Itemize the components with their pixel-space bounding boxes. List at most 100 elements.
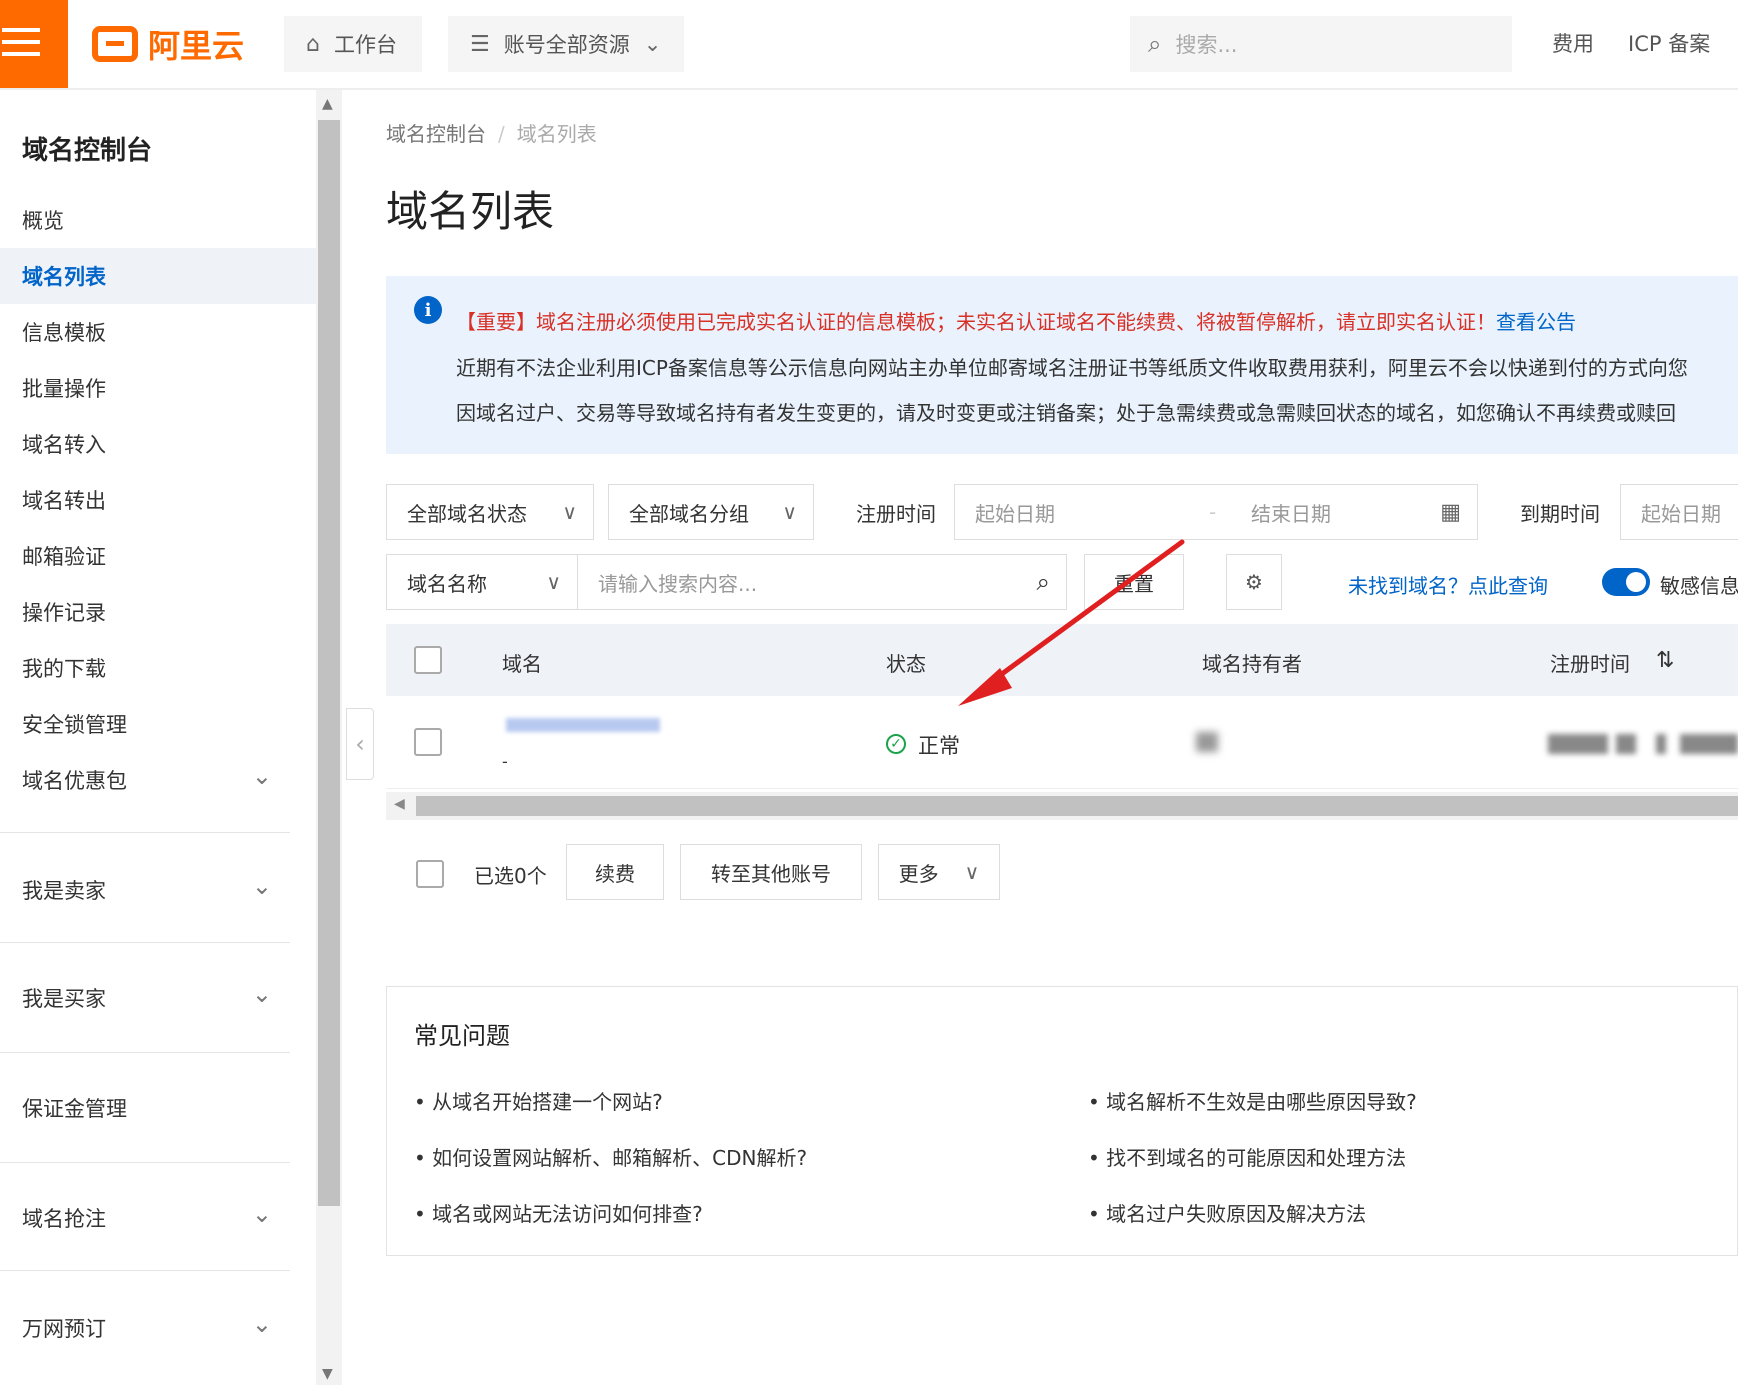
status-filter-value: 全部域名状态	[407, 501, 527, 526]
scroll-left-icon[interactable]: ◀	[394, 796, 405, 812]
sensitive-info-toggle[interactable]	[1602, 568, 1650, 596]
sidebar-item-preorder[interactable]: 万网预订 ⌄	[0, 1300, 316, 1356]
sidebar-item-security-lock[interactable]: 安全锁管理	[0, 696, 316, 752]
renew-button[interactable]: 续费	[566, 844, 664, 900]
chevron-down-icon: ∨	[964, 860, 980, 884]
faq-link[interactable]: • 从域名开始搭建一个网站?	[414, 1086, 663, 1115]
sidebar-item-label: 域名转出	[22, 489, 106, 513]
view-announcement-link[interactable]: 查看公告	[1496, 310, 1576, 334]
select-all-checkbox[interactable]	[414, 646, 442, 674]
column-header-status[interactable]: 状态	[886, 648, 926, 677]
faq-link[interactable]: • 域名过户失败原因及解决方法	[1088, 1198, 1366, 1227]
sidebar-item-buyer[interactable]: 我是买家 ⌄	[0, 970, 316, 1026]
sidebar-item-info-template[interactable]: 信息模板	[0, 304, 316, 360]
table-row	[386, 698, 1738, 789]
aliyun-logo[interactable]: 阿里云	[92, 20, 244, 68]
sidebar-item-transfer-out[interactable]: 域名转出	[0, 472, 316, 528]
check-circle-icon: ✓	[886, 734, 906, 754]
transfer-label: 转至其他账号	[711, 861, 831, 886]
sidebar-item-label: 操作记录	[22, 601, 106, 625]
find-domain-link[interactable]: 未找到域名？点此查询	[1348, 570, 1548, 599]
gear-icon: ⚙	[1245, 570, 1263, 594]
faq-link[interactable]: • 域名解析不生效是由哪些原因导致?	[1088, 1086, 1417, 1115]
chevron-down-icon: ⌄	[251, 762, 272, 790]
status-text: 正常	[918, 734, 960, 758]
date-range-separator: -	[1209, 500, 1217, 524]
faq-link-text[interactable]: 域名解析不生效是由哪些原因导致?	[1106, 1090, 1417, 1114]
breadcrumb-item[interactable]: 域名控制台	[386, 122, 486, 146]
sidebar-item-batch[interactable]: 批量操作	[0, 360, 316, 416]
table-scroll-thumb[interactable]	[416, 796, 1738, 816]
sidebar-title: 域名控制台	[22, 136, 153, 166]
sidebar-item-label: 域名抢注	[22, 1207, 106, 1231]
group-filter-value: 全部域名分组	[629, 501, 749, 526]
bulk-select-checkbox[interactable]	[416, 860, 444, 888]
sidebar-item-transfer-in[interactable]: 域名转入	[0, 416, 316, 472]
faq-link[interactable]: • 如何设置网站解析、邮箱解析、CDN解析?	[414, 1142, 807, 1171]
scroll-down-icon[interactable]: ▼	[322, 1366, 333, 1382]
sidebar-item-label: 我是买家	[22, 987, 106, 1011]
sidebar-item-email-verify[interactable]: 邮箱验证	[0, 528, 316, 584]
fees-link[interactable]: 费用	[1552, 28, 1594, 58]
sidebar-item-downloads[interactable]: 我的下载	[0, 640, 316, 696]
group-filter-select[interactable]: 全部域名分组 ∨	[608, 484, 814, 540]
renew-label: 续费	[595, 861, 635, 886]
sidebar-item-discount-pack[interactable]: 域名优惠包 ⌄	[0, 752, 316, 808]
sidebar-item-overview[interactable]: 概览	[0, 192, 316, 248]
scroll-up-icon[interactable]: ▲	[322, 96, 333, 112]
column-header-holder[interactable]: 域名持有者	[1202, 648, 1302, 677]
chevron-down-icon: ⌄	[251, 1310, 272, 1338]
info-icon: i	[414, 296, 442, 324]
sidebar-item-deposit[interactable]: 保证金管理	[0, 1080, 316, 1136]
more-actions-dropdown[interactable]: 更多 ∨	[878, 844, 1000, 900]
workbench-button[interactable]: ⌂ 工作台	[284, 16, 422, 72]
icp-link[interactable]: ICP 备案	[1628, 28, 1710, 58]
divider	[0, 1270, 290, 1271]
divider	[0, 942, 290, 943]
top-search-input[interactable]: ⌕ 搜索...	[1130, 16, 1512, 72]
status-filter-select[interactable]: 全部域名状态 ∨	[386, 484, 594, 540]
chevron-down-icon: ⌄	[251, 872, 272, 900]
faq-link-text[interactable]: 找不到域名的可能原因和处理方法	[1106, 1146, 1406, 1170]
sidebar-item-label: 万网预订	[22, 1317, 106, 1341]
sidebar-item-label: 概览	[22, 209, 64, 233]
faq-link-text[interactable]: 域名过户失败原因及解决方法	[1106, 1202, 1366, 1226]
breadcrumb: 域名控制台 / 域名列表	[386, 118, 597, 147]
sidebar-item-label: 信息模板	[22, 321, 106, 345]
faq-link-text[interactable]: 域名或网站无法访问如何排查?	[432, 1202, 703, 1226]
sidebar-item-label: 我的下载	[22, 657, 106, 681]
resources-dropdown[interactable]: ☰ 账号全部资源 ⌄	[448, 16, 684, 72]
chevron-left-icon: ‹	[355, 730, 365, 758]
faq-link-text[interactable]: 如何设置网站解析、邮箱解析、CDN解析?	[432, 1146, 807, 1170]
faq-link[interactable]: • 找不到域名的可能原因和处理方法	[1088, 1142, 1406, 1171]
column-header-domain[interactable]: 域名	[502, 648, 542, 677]
sidebar-item-backorder[interactable]: 域名抢注 ⌄	[0, 1190, 316, 1246]
column-header-reg-time[interactable]: 注册时间	[1550, 648, 1630, 677]
sort-icon[interactable]: ⇅	[1656, 648, 1674, 673]
menu-icon[interactable]	[0, 0, 68, 88]
calendar-icon: ▦	[1440, 499, 1461, 525]
sidebar-collapse-button[interactable]: ‹	[346, 708, 374, 780]
workbench-label: 工作台	[333, 33, 397, 57]
home-icon: ⌂	[306, 31, 320, 57]
faq-title: 常见问题	[414, 1022, 510, 1050]
chevron-down-icon: ∨	[782, 500, 797, 524]
domain-name-link[interactable]	[506, 718, 660, 732]
sidebar-scroll-thumb[interactable]	[318, 120, 340, 1206]
faq-link-text[interactable]: 从域名开始搭建一个网站?	[432, 1090, 663, 1114]
faq-link[interactable]: • 域名或网站无法访问如何排查?	[414, 1198, 703, 1227]
reg-time-redacted	[1616, 734, 1636, 754]
expire-date-range-picker[interactable]: 起始日期	[1620, 484, 1738, 540]
sidebar-item-operation-log[interactable]: 操作记录	[0, 584, 316, 640]
chevron-down-icon: ⌄	[251, 980, 272, 1008]
resources-label: 账号全部资源	[503, 33, 630, 57]
domain-remark: -	[502, 752, 508, 771]
row-checkbox[interactable]	[414, 728, 442, 756]
transfer-account-button[interactable]: 转至其他账号	[680, 844, 862, 900]
sidebar-item-seller[interactable]: 我是卖家 ⌄	[0, 862, 316, 918]
start-date-placeholder: 起始日期	[975, 501, 1055, 526]
settings-button[interactable]: ⚙	[1226, 554, 1282, 610]
search-field-select[interactable]: 域名名称 ∨	[386, 554, 578, 610]
notice-important-line: 【重要】域名注册必须使用已完成实名认证的信息模板；未实名认证域名不能续费、将被暂…	[456, 306, 1576, 335]
sidebar-item-domain-list[interactable]: 域名列表	[0, 248, 316, 304]
